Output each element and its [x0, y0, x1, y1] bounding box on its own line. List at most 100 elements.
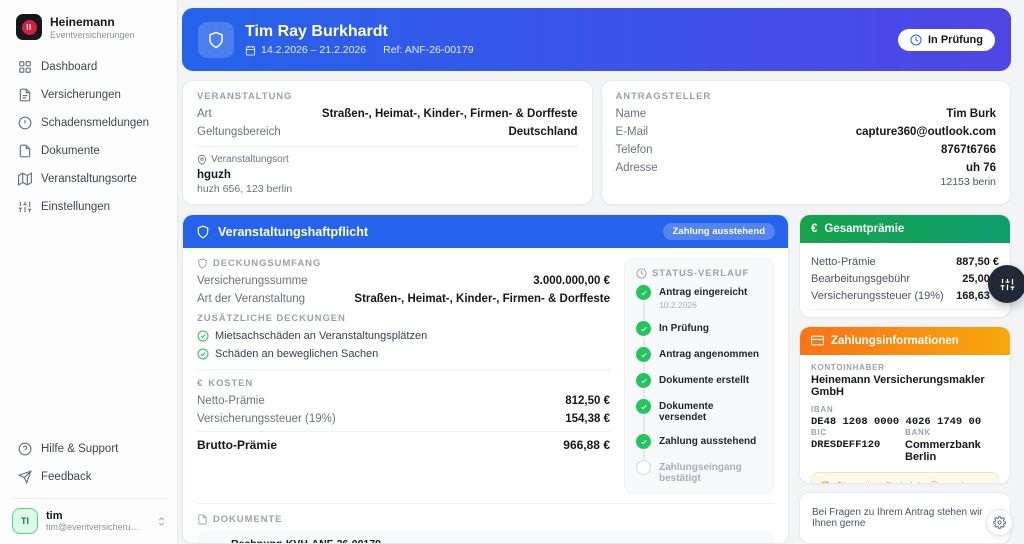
event-card-title: VERANSTALTUNG	[197, 91, 293, 102]
main-content: Tim Ray Burkhardt 14.2.2026 – 21.2.2026 …	[178, 0, 1024, 544]
applicant-row: Adresse uh 76 12153 berin	[615, 162, 997, 188]
bank-value: Commerzbank Berlin	[905, 438, 981, 463]
sidebar-item-label: Dashboard	[41, 61, 98, 73]
coverage-row: Art der Veranstaltung Straßen-, Heimat-,…	[197, 293, 610, 305]
info-icon	[820, 481, 831, 483]
user-email: tim@eventversicherung...	[46, 522, 144, 532]
cost-row: Netto-Prämie 812,50 €	[197, 395, 610, 407]
applicant-row: Name Tim Burk	[615, 108, 997, 120]
alert-circle-icon	[18, 116, 32, 130]
policy-banner: Tim Ray Burkhardt 14.2.2026 – 21.2.2026 …	[182, 8, 1011, 71]
check-circle-icon	[197, 348, 209, 360]
venue-label: Veranstaltungsort	[211, 154, 289, 165]
app-root: II Heinemann Eventversicherungen Dashboa…	[0, 0, 1024, 544]
total-amount-row: Gesamtbetrag 1.081,13 €	[811, 317, 999, 318]
status-timeline: STATUS-VERLAUF Antrag eingereicht 10.2.20…	[624, 258, 774, 494]
sidebar-item-einstellungen[interactable]: Einstellungen	[12, 194, 167, 220]
settings-fab-button[interactable]	[988, 265, 1024, 303]
sidebar-item-dokumente[interactable]: Dokumente	[12, 138, 167, 164]
map-icon	[18, 172, 32, 186]
check-icon	[636, 321, 651, 336]
status-badge[interactable]: In Prüfung	[898, 28, 995, 51]
bank-label: BANK	[905, 427, 931, 437]
applicant-card: ANTRAGSTELLER Name Tim Burk E-Mail captu…	[600, 80, 1011, 205]
file-icon	[197, 514, 208, 525]
shield-icon	[196, 225, 210, 239]
sidebar-item-hilfe-support[interactable]: Hilfe & Support	[12, 436, 167, 462]
premium-card: € Gesamtprämie Netto-Prämie 887,50 € Bea…	[799, 214, 1011, 318]
bic-value: DRESDEFF120	[811, 438, 881, 451]
sidebar: II Heinemann Eventversicherungen Dashboa…	[0, 0, 178, 544]
premium-row: Bearbeitungsgebühr 25,00 €	[811, 273, 999, 285]
brand: II Heinemann Eventversicherungen	[12, 12, 167, 54]
clock-icon	[910, 34, 922, 46]
venue-address: huzh 656, 123 berlin	[197, 183, 293, 195]
premium-row: Netto-Prämie 887,50 €	[811, 256, 999, 268]
status-step: Antrag angenommen	[636, 347, 762, 373]
brand-subtitle: Eventversicherungen	[50, 29, 135, 40]
gear-icon	[993, 516, 1006, 529]
document-row[interactable]: Rechnung-KVH-ANF-26-00179 10.02.2026	[197, 531, 774, 543]
applicant-row: Telefon 8767t6766	[615, 144, 997, 156]
costs-title: KOSTEN	[208, 378, 254, 389]
euro-icon: €	[197, 378, 204, 389]
sidebar-item-versicherungen[interactable]: Versicherungen	[12, 82, 167, 108]
sidebar-item-label: Dokumente	[41, 145, 100, 157]
account-holder-label: KONTOINHABER	[811, 362, 885, 372]
coverage-title: DECKUNGSUMFANG	[213, 258, 322, 269]
clock-icon	[636, 268, 647, 279]
documents-section: DOKUMENTE Rechnung-KVH-ANF-26-00179 10.0…	[197, 514, 774, 543]
status-step: In Prüfung	[636, 321, 762, 347]
policy-card-header: Veranstaltungshaftpflicht Zahlung ausste…	[183, 215, 788, 248]
iban-label: IBAN	[811, 404, 834, 414]
payment-status-badge: Zahlung ausstehend	[662, 223, 775, 240]
widget-fab-button[interactable]	[986, 509, 1013, 536]
brand-name: Heinemann	[50, 14, 115, 29]
status-step: Dokumente versendet	[636, 399, 762, 434]
brand-logo-icon: II	[16, 14, 42, 40]
venue-name: hguzh	[197, 169, 231, 181]
status-timeline-title: STATUS-VERLAUF	[652, 268, 750, 279]
check-icon	[636, 399, 651, 414]
coverage-check-item: Schäden an beweglichen Sachen	[197, 348, 610, 360]
check-circle-icon	[197, 330, 209, 342]
check-icon	[636, 285, 651, 300]
user-menu[interactable]: TI tim tim@eventversicherung...	[12, 498, 167, 534]
additional-coverage-title: ZUSÄTZLICHE DECKUNGEN	[197, 313, 346, 324]
check-icon	[636, 373, 651, 388]
chevrons-up-down-icon	[156, 516, 167, 527]
coverage-check-item: Mietsachschäden an Veranstaltungsplätzen	[197, 330, 610, 342]
gross-premium-row: Brutto-Prämie 966,88 €	[197, 438, 610, 452]
sliders-icon	[1000, 277, 1015, 292]
circle-icon	[636, 460, 651, 475]
date-range: 14.2.2026 – 21.2.2026	[261, 44, 367, 56]
document-icon	[18, 144, 32, 158]
check-icon	[636, 434, 651, 449]
sidebar-item-label: Versicherungen	[41, 89, 121, 101]
calendar-icon	[245, 45, 256, 56]
file-text-icon	[18, 88, 32, 102]
sidebar-item-veranstaltungsorte[interactable]: Veranstaltungsorte	[12, 166, 167, 192]
iban-value: DE48 1208 0000 4026 1749 00	[811, 415, 982, 428]
policy-card: Veranstaltungshaftpflicht Zahlung ausste…	[182, 214, 789, 544]
status-step: Antrag eingereicht 10.2.2026	[636, 285, 762, 321]
cost-row: Versicherungssteuer (19%) 154,38 €	[197, 413, 610, 425]
sidebar-item-label: Einstellungen	[41, 201, 111, 213]
sidebar-item-feedback[interactable]: Feedback	[12, 464, 167, 490]
coverage-row: Versicherungssumme 3.000.000,00 €	[197, 275, 610, 287]
credit-card-icon	[811, 334, 824, 347]
sliders-icon	[18, 200, 32, 214]
sidebar-item-label: Schadensmeldungen	[41, 117, 150, 129]
applicant-card-title: ANTRAGSTELLER	[615, 91, 712, 102]
user-name: tim	[46, 510, 63, 522]
sidebar-item-schadensmeldungen[interactable]: Schadensmeldungen	[12, 110, 167, 136]
documents-title: DOKUMENTE	[213, 514, 283, 525]
shield-icon	[197, 258, 208, 269]
payment-note: Bitte geben Sie bei der Überweisung den …	[811, 471, 999, 483]
sidebar-item-dashboard[interactable]: Dashboard	[12, 54, 167, 80]
policy-title: Veranstaltungshaftpflicht	[218, 224, 369, 239]
sidebar-item-label: Veranstaltungsorte	[41, 173, 137, 185]
status-step-pending: Zahlungseingang bestätigt	[636, 460, 762, 484]
account-holder-value: Heinemann Versicherungsmakler GmbH	[811, 373, 985, 398]
check-icon	[636, 347, 651, 362]
